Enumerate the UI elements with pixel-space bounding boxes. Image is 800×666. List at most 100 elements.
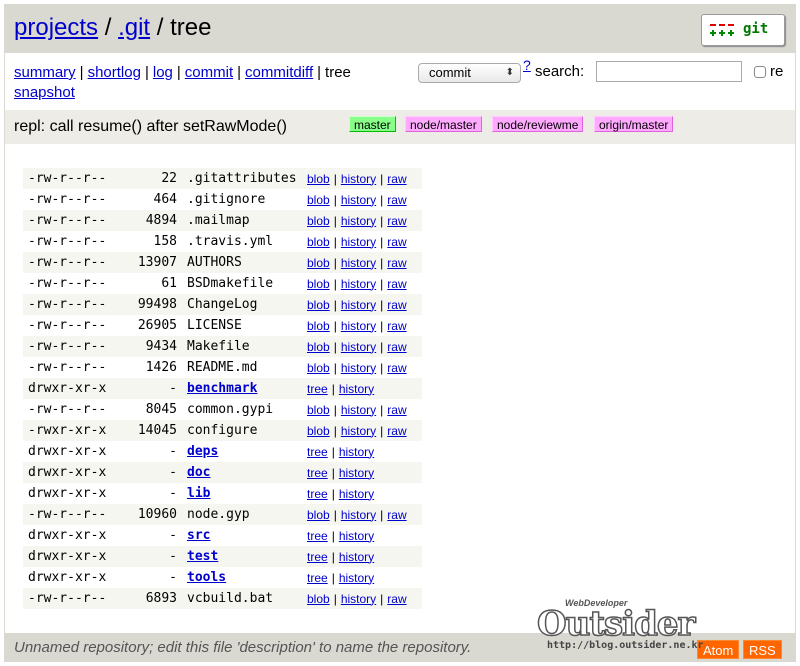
blob-link[interactable]: blob	[307, 172, 330, 186]
nav-commitdiff[interactable]: commitdiff	[245, 64, 313, 81]
tree-link[interactable]: tree	[307, 487, 328, 501]
nav-commit[interactable]: commit	[185, 64, 233, 81]
raw-link[interactable]: raw	[387, 424, 406, 438]
file-name[interactable]: ChangeLog	[187, 297, 257, 312]
tree-link[interactable]: tree	[307, 382, 328, 396]
raw-link[interactable]: raw	[387, 235, 406, 249]
rss-feed-button[interactable]: RSS	[743, 640, 782, 659]
directory-link[interactable]: lib	[187, 486, 210, 501]
link-separator: |	[333, 360, 337, 375]
tree-link[interactable]: tree	[307, 571, 328, 585]
file-name[interactable]: common.gypi	[187, 402, 273, 417]
file-name[interactable]: vcbuild.bat	[187, 591, 273, 606]
raw-link[interactable]: raw	[387, 298, 406, 312]
ref-badge-node-master[interactable]: node/master	[405, 116, 482, 132]
directory-link[interactable]: doc	[187, 465, 210, 480]
file-name[interactable]: Makefile	[187, 339, 250, 354]
file-name[interactable]: .travis.yml	[187, 234, 273, 249]
history-link[interactable]: history	[339, 487, 374, 501]
blob-link[interactable]: blob	[307, 508, 330, 522]
history-link[interactable]: history	[341, 508, 376, 522]
raw-link[interactable]: raw	[387, 193, 406, 207]
history-link[interactable]: history	[341, 592, 376, 606]
raw-link[interactable]: raw	[387, 319, 406, 333]
file-name[interactable]: LICENSE	[187, 318, 242, 333]
commit-title-bar[interactable]: repl: call resume() after setRawMode()	[5, 110, 795, 144]
history-link[interactable]: history	[341, 319, 376, 333]
directory-link[interactable]: test	[187, 549, 218, 564]
history-link[interactable]: history	[341, 193, 376, 207]
history-link[interactable]: history	[339, 571, 374, 585]
history-link[interactable]: history	[341, 235, 376, 249]
nav-summary[interactable]: summary	[14, 64, 76, 81]
table-row: -rwxr-xr-x 14045 configure blob | history | raw	[23, 420, 422, 441]
file-name[interactable]: node.gyp	[187, 507, 250, 522]
directory-link[interactable]: deps	[187, 444, 218, 459]
history-link[interactable]: history	[341, 424, 376, 438]
history-link[interactable]: history	[339, 445, 374, 459]
blob-link[interactable]: blob	[307, 424, 330, 438]
tree-link[interactable]: tree	[307, 445, 328, 459]
file-name[interactable]: README.md	[187, 360, 257, 375]
tree-link[interactable]: tree	[307, 466, 328, 480]
regex-checkbox[interactable]	[754, 66, 766, 78]
blob-link[interactable]: blob	[307, 235, 330, 249]
history-link[interactable]: history	[339, 550, 374, 564]
history-link[interactable]: history	[339, 382, 374, 396]
table-row: drwxr-xr-x - test tree | history	[23, 546, 422, 567]
history-link[interactable]: history	[341, 277, 376, 291]
blob-link[interactable]: blob	[307, 592, 330, 606]
git-logo[interactable]: git	[701, 14, 785, 46]
nav-shortlog[interactable]: shortlog	[88, 64, 141, 81]
raw-link[interactable]: raw	[387, 340, 406, 354]
blob-link[interactable]: blob	[307, 361, 330, 375]
blob-link[interactable]: blob	[307, 214, 330, 228]
directory-link[interactable]: src	[187, 528, 210, 543]
raw-link[interactable]: raw	[387, 508, 406, 522]
search-input[interactable]	[596, 61, 742, 82]
blob-link[interactable]: blob	[307, 193, 330, 207]
blob-link[interactable]: blob	[307, 403, 330, 417]
blob-link[interactable]: blob	[307, 340, 330, 354]
history-link[interactable]: history	[341, 340, 376, 354]
search-type-select[interactable]: commit ⬍	[418, 63, 521, 83]
raw-link[interactable]: raw	[387, 403, 406, 417]
raw-link[interactable]: raw	[387, 592, 406, 606]
projects-link[interactable]: projects	[14, 14, 98, 41]
blob-link[interactable]: blob	[307, 277, 330, 291]
file-name[interactable]: .gitattributes	[187, 171, 297, 186]
raw-link[interactable]: raw	[387, 361, 406, 375]
history-link[interactable]: history	[341, 361, 376, 375]
blob-link[interactable]: blob	[307, 319, 330, 333]
history-link[interactable]: history	[341, 172, 376, 186]
tree-link[interactable]: tree	[307, 529, 328, 543]
nav-snapshot[interactable]: snapshot	[14, 84, 75, 101]
history-link[interactable]: history	[341, 403, 376, 417]
ref-badge-node-reviewme[interactable]: node/reviewme	[492, 116, 584, 132]
history-link[interactable]: history	[339, 466, 374, 480]
raw-link[interactable]: raw	[387, 214, 406, 228]
directory-link[interactable]: benchmark	[187, 381, 257, 396]
search-help-link[interactable]: ?	[523, 57, 531, 73]
blob-link[interactable]: blob	[307, 298, 330, 312]
link-separator: |	[380, 339, 384, 354]
raw-link[interactable]: raw	[387, 172, 406, 186]
raw-link[interactable]: raw	[387, 256, 406, 270]
file-name[interactable]: .mailmap	[187, 213, 250, 228]
file-name[interactable]: AUTHORS	[187, 255, 242, 270]
blob-link[interactable]: blob	[307, 256, 330, 270]
history-link[interactable]: history	[339, 529, 374, 543]
file-name[interactable]: .gitignore	[187, 192, 265, 207]
file-name[interactable]: BSDmakefile	[187, 276, 273, 291]
nav-log[interactable]: log	[153, 64, 173, 81]
ref-badge-master[interactable]: master	[349, 116, 396, 132]
history-link[interactable]: history	[341, 214, 376, 228]
file-name[interactable]: configure	[187, 423, 257, 438]
ref-badge-origin-master[interactable]: origin/master	[594, 116, 674, 132]
directory-link[interactable]: tools	[187, 570, 226, 585]
raw-link[interactable]: raw	[387, 277, 406, 291]
history-link[interactable]: history	[341, 256, 376, 270]
tree-link[interactable]: tree	[307, 550, 328, 564]
repo-link[interactable]: .git	[118, 14, 150, 41]
history-link[interactable]: history	[341, 298, 376, 312]
